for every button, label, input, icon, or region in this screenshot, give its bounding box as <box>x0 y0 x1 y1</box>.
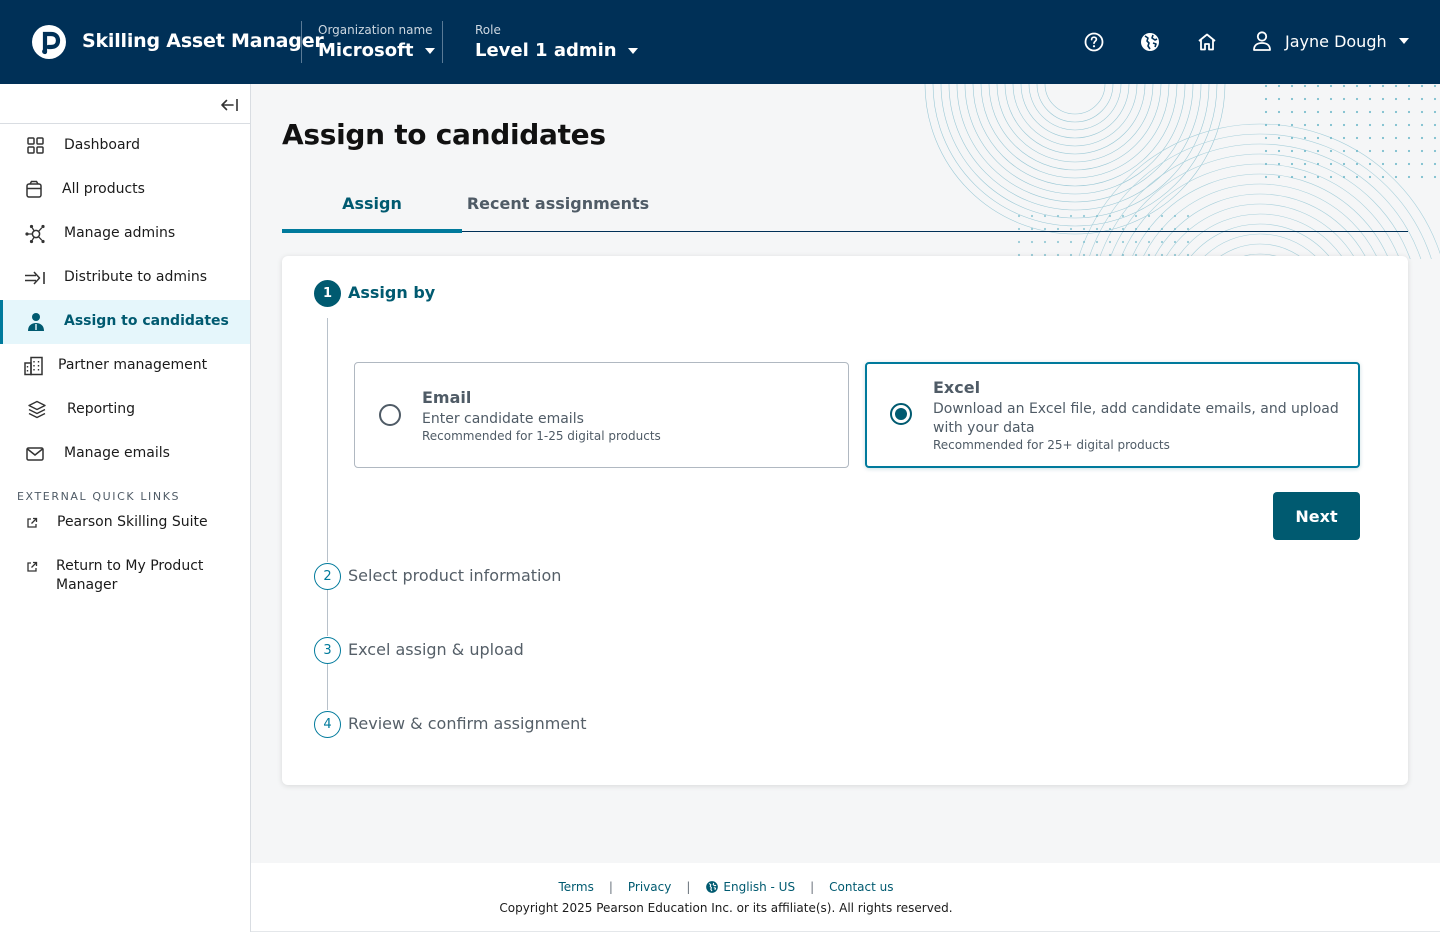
header-divider <box>442 21 443 63</box>
user-icon <box>1253 31 1271 51</box>
collapse-sidebar-icon[interactable] <box>218 94 242 116</box>
assign-by-email-option[interactable]: Email Enter candidate emails Recommended… <box>354 362 849 468</box>
top-header: Skilling Asset Manager Organization name… <box>0 0 1440 84</box>
external-link-icon <box>27 517 38 528</box>
caret-down-icon <box>1398 38 1409 44</box>
step-connector <box>327 664 328 710</box>
sidebar-item-manage-emails[interactable]: Manage emails <box>0 432 250 476</box>
layers-icon <box>28 400 46 419</box>
sidebar-item-label: All products <box>62 181 145 197</box>
sidebar-item-dashboard[interactable]: Dashboard <box>0 124 250 168</box>
step-1-label: Assign by <box>348 283 436 302</box>
footer-links: Terms | Privacy | English - US | Contact… <box>251 880 1201 894</box>
box-icon <box>26 180 42 198</box>
sidebar-item-all-products[interactable]: All products <box>0 168 250 212</box>
step-4-indicator: 4 <box>314 711 341 738</box>
quick-link-pearson-skilling-suite[interactable]: Pearson Skilling Suite <box>0 513 250 551</box>
sidebar-item-label: Partner management <box>58 357 208 373</box>
globe-icon <box>706 881 719 893</box>
header-divider <box>301 21 302 63</box>
role-value-row: Level 1 admin <box>475 40 638 61</box>
sidebar-item-partner-management[interactable]: Partner management <box>0 344 250 388</box>
sidebar-item-label: Reporting <box>67 401 136 417</box>
role-label: Role <box>475 23 501 37</box>
assign-stepper-card: 1 Assign by Email Enter candidate emails… <box>282 256 1408 785</box>
excel-option-recommendation: Recommended for 25+ digital products <box>933 438 1170 452</box>
contact-us-link[interactable]: Contact us <box>829 880 893 894</box>
copyright-text: Copyright 2025 Pearson Education Inc. or… <box>499 901 953 915</box>
next-button[interactable]: Next <box>1273 492 1360 540</box>
user-menu[interactable]: Jayne Dough <box>1251 29 1409 53</box>
quick-link-return-to-my-product-manager[interactable]: Return to My Product Manager <box>0 557 250 595</box>
tab-bar: Assign Recent assignments <box>282 186 1408 233</box>
email-option-description: Enter candidate emails <box>422 411 584 427</box>
footer-separator: | <box>608 880 613 894</box>
organization-value: Microsoft <box>318 40 414 61</box>
organization-label: Organization name <box>318 23 433 37</box>
decorative-background-pattern <box>900 84 1440 259</box>
sidebar-item-label: Distribute to admins <box>64 269 208 285</box>
organization-value-row: Microsoft <box>318 40 435 61</box>
email-option-title: Email <box>422 388 472 407</box>
language-selector[interactable]: English - US <box>705 880 795 894</box>
help-icon[interactable] <box>1082 30 1106 54</box>
quick-link-label: Pearson Skilling Suite <box>57 514 208 530</box>
sidebar-item-label: Manage emails <box>64 445 170 461</box>
tab-assign[interactable]: Assign <box>282 186 462 233</box>
page-title: Assign to candidates <box>282 118 606 151</box>
quick-links-heading: EXTERNAL QUICK LINKS <box>17 490 181 503</box>
step-1-indicator: 1 <box>314 280 341 307</box>
sidebar-item-assign-to-candidates[interactable]: Assign to candidates <box>0 300 250 344</box>
grid-icon <box>27 137 44 154</box>
assign-by-excel-option[interactable]: Excel Download an Excel file, add candid… <box>865 362 1360 468</box>
sidebar-item-label: Manage admins <box>64 225 176 241</box>
privacy-link[interactable]: Privacy <box>628 880 671 894</box>
sidebar-item-distribute-to-admins[interactable]: Distribute to admins <box>0 256 250 300</box>
mail-icon <box>26 447 44 461</box>
quick-link-label: Return to My Product Manager <box>56 558 204 593</box>
excel-radio[interactable] <box>890 403 912 425</box>
building-icon <box>24 356 43 376</box>
terms-link[interactable]: Terms <box>559 880 594 894</box>
role-selector[interactable]: Role Level 1 admin <box>475 23 638 61</box>
footer-separator: | <box>810 880 815 894</box>
footer-separator: | <box>686 880 691 894</box>
excel-option-title: Excel <box>933 378 981 397</box>
caret-down-icon <box>424 47 435 54</box>
role-value: Level 1 admin <box>475 40 617 61</box>
step-2-label: Select product information <box>348 566 562 585</box>
arrow-distribute-icon <box>25 271 45 285</box>
email-radio[interactable] <box>379 404 401 426</box>
home-icon[interactable] <box>1195 30 1219 54</box>
footer: Terms | Privacy | English - US | Contact… <box>251 863 1440 932</box>
step-connector <box>327 590 328 636</box>
sidebar-item-manage-admins[interactable]: Manage admins <box>0 212 250 256</box>
user-name: Jayne Dough <box>1285 31 1387 51</box>
sidebar-item-reporting[interactable]: Reporting <box>0 388 250 432</box>
sidebar-item-label: Assign to candidates <box>64 313 229 329</box>
language-label: English - US <box>723 880 796 894</box>
external-link-icon <box>27 561 38 572</box>
step-2-indicator: 2 <box>314 563 341 590</box>
organization-selector[interactable]: Organization name Microsoft <box>318 23 435 61</box>
pearson-logo[interactable] <box>32 25 66 59</box>
caret-down-icon <box>627 47 638 54</box>
excel-option-description: Download an Excel file, add candidate em… <box>933 401 1339 436</box>
globe-icon[interactable] <box>1138 30 1162 54</box>
email-option-recommendation: Recommended for 1-25 digital products <box>422 429 661 443</box>
sidebar-item-label: Dashboard <box>64 137 140 153</box>
app-title: Skilling Asset Manager <box>82 30 324 52</box>
step-connector <box>327 318 328 562</box>
step-3-label: Excel assign & upload <box>348 640 524 659</box>
person-icon <box>28 313 44 331</box>
step-4-label: Review & confirm assignment <box>348 714 587 733</box>
step-3-indicator: 3 <box>314 637 341 664</box>
tab-recent-assignments[interactable]: Recent assignments <box>462 186 654 231</box>
sidebar: Dashboard All products Manage admins Dis… <box>0 84 251 932</box>
network-icon <box>25 224 45 244</box>
